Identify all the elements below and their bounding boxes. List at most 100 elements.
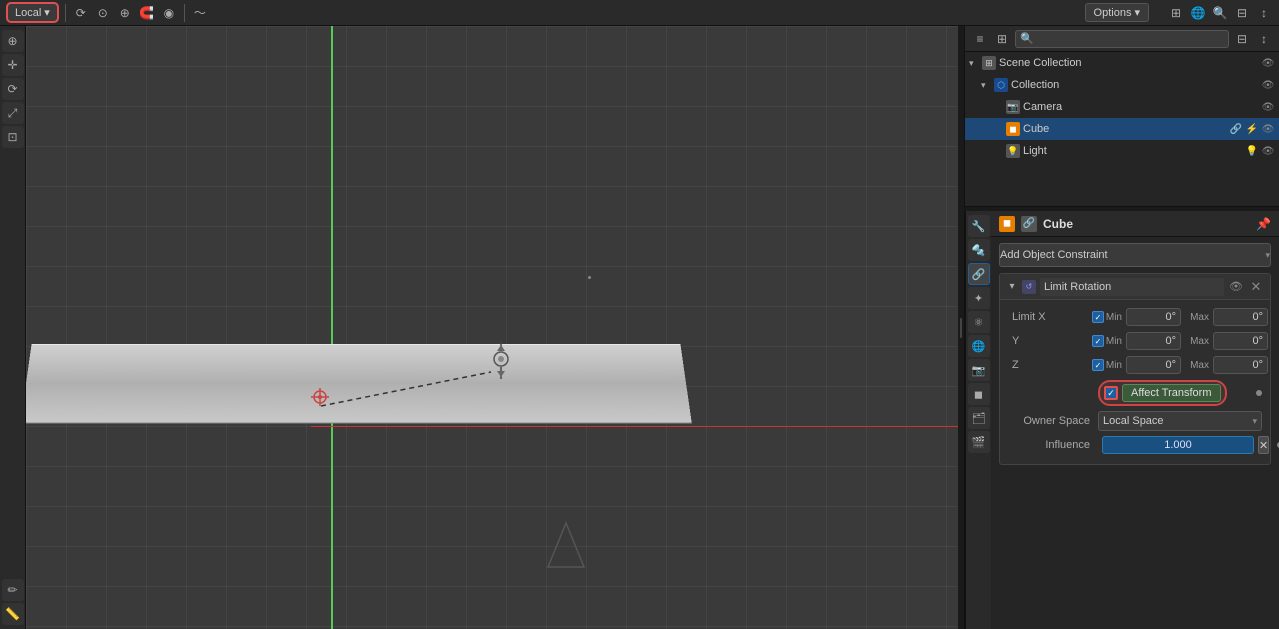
scene-icon[interactable]: 🌐: [1189, 4, 1207, 22]
workspace-icon[interactable]: ⊞: [1167, 4, 1185, 22]
mode-label: Local: [15, 7, 41, 19]
pin-icon[interactable]: 📌: [1256, 217, 1271, 231]
outliner-menu-icon[interactable]: ≡: [971, 30, 989, 48]
view-layer-icon[interactable]: 🗂: [968, 407, 990, 429]
y-min-input[interactable]: [1126, 332, 1181, 350]
left-toolbar: ⊕ ✛ ⟳ ⤢ ⊡ ✏ 📏: [0, 26, 26, 629]
z-min-label: Min: [1098, 360, 1122, 371]
constraint-fold-arrow[interactable]: ▾: [1006, 281, 1018, 293]
object-constraint-icon[interactable]: 🔗: [968, 263, 990, 285]
constraint-visibility-toggle[interactable]: 👁: [1228, 279, 1244, 295]
x-max-input[interactable]: [1213, 308, 1268, 326]
constraint-name-input[interactable]: [1040, 278, 1224, 296]
right-panel: ≡ ⊞ ⊟ ↕ ▾ ⊞ Scene Collection 👁 ▾ ⬡ Colle…: [964, 26, 1279, 629]
filter-icon[interactable]: ⊟: [1233, 4, 1251, 22]
proportional-icon[interactable]: ◉: [160, 4, 178, 22]
viewport-shading-icon[interactable]: ⟳: [72, 4, 90, 22]
search-icon[interactable]: 🔍: [1211, 4, 1229, 22]
outliner-item-camera[interactable]: 📷 Camera 👁: [965, 96, 1279, 118]
properties-header: ◼ 🔗 Cube 📌: [991, 211, 1279, 237]
x-min-label: Min: [1098, 312, 1122, 323]
outliner-sync-icon[interactable]: ↕: [1255, 30, 1273, 48]
scene-icon-side[interactable]: 🎬: [968, 431, 990, 453]
light-icon: 💡: [1006, 144, 1020, 158]
outliner-item-scene-collection[interactable]: ▾ ⊞ Scene Collection 👁: [965, 52, 1279, 74]
outliner-view-icon[interactable]: ⊞: [993, 30, 1011, 48]
snap-icon[interactable]: 🧲: [138, 4, 156, 22]
move-tool-icon[interactable]: ✛: [2, 54, 24, 76]
outliner-item-collection[interactable]: ▾ ⬡ Collection 👁: [965, 74, 1279, 96]
output-icon[interactable]: ◼: [968, 383, 990, 405]
render-icon[interactable]: 📷: [968, 359, 990, 381]
constraint-header: ▾ ↺ 👁 ✕: [1000, 274, 1270, 300]
collection-icon: ⬡: [994, 78, 1008, 92]
extra-icon-1[interactable]: 〜: [191, 4, 209, 22]
x-axis-line: [311, 426, 958, 427]
cube-restrict-icons: 🔗 ⚡ 👁: [1229, 122, 1275, 136]
visibility-eye[interactable]: 👁: [1261, 56, 1275, 70]
3d-viewport[interactable]: [26, 26, 958, 629]
light-eye[interactable]: 👁: [1261, 144, 1275, 158]
cube-constraint-icon[interactable]: 🔗: [1229, 122, 1243, 136]
mode-selector[interactable]: Local ▾: [6, 2, 59, 23]
modifier-icon[interactable]: 🔩: [968, 239, 990, 261]
cube-name: Cube: [1023, 123, 1226, 135]
limit-y-label: Y: [1008, 335, 1088, 347]
outliner-item-cube[interactable]: ◼ Cube 🔗 ⚡ 👁: [965, 118, 1279, 140]
camera-restrict-icons: 👁: [1261, 100, 1275, 114]
constraint-close-button[interactable]: ✕: [1248, 279, 1264, 295]
influence-x-button[interactable]: ✕: [1258, 436, 1269, 454]
light-extra[interactable]: 💡: [1245, 144, 1259, 158]
camera-eye[interactable]: 👁: [1261, 100, 1275, 114]
limit-y-row: Y Min Max: [1008, 330, 1262, 352]
z-min-input[interactable]: [1126, 356, 1181, 374]
select-tool-icon[interactable]: ⊕: [2, 30, 24, 52]
scene-props-icon[interactable]: 🌐: [968, 335, 990, 357]
outliner-filter-icon[interactable]: ⊟: [1233, 30, 1251, 48]
limit-y-fields: Min Max: [1098, 332, 1268, 350]
camera-icon: 📷: [1006, 100, 1020, 114]
add-constraint-button[interactable]: Add Object Constraint ▾: [999, 243, 1271, 267]
transform-tool-icon[interactable]: ⊡: [2, 126, 24, 148]
annotate-icon[interactable]: ✏: [2, 579, 24, 601]
gizmo-icon[interactable]: ⊕: [116, 4, 134, 22]
scale-tool-icon[interactable]: ⤢: [2, 102, 24, 124]
overlay-icon[interactable]: ⊙: [94, 4, 112, 22]
influence-input[interactable]: [1102, 436, 1254, 454]
limit-z-fields: Min Max: [1098, 356, 1268, 374]
object-origin[interactable]: [309, 386, 331, 408]
z-max-input[interactable]: [1213, 356, 1268, 374]
cube-object-mesh[interactable]: [26, 344, 692, 424]
measure-icon[interactable]: 📏: [2, 603, 24, 625]
outliner-panel: ▾ ⊞ Scene Collection 👁 ▾ ⬡ Collection 👁 …: [965, 52, 1279, 207]
add-constraint-label: Add Object Constraint: [1000, 249, 1108, 261]
light-name: Light: [1023, 145, 1242, 157]
rotate-tool-icon[interactable]: ⟳: [2, 78, 24, 100]
properties-side-icons: 🔧 🔩 🔗 ✦ ⚛ 🌐 📷 ◼ 🗂 🎬: [965, 211, 991, 629]
owner-space-arrow: ▾: [1252, 416, 1257, 427]
limit-rotation-constraint: ▾ ↺ 👁 ✕ Limit X: [999, 273, 1271, 465]
influence-label: Influence: [1008, 439, 1098, 451]
x-min-input[interactable]: [1126, 308, 1181, 326]
owner-space-select[interactable]: Local Space ▾: [1098, 411, 1262, 431]
outliner-search[interactable]: [1015, 30, 1229, 48]
options-button[interactable]: Options ▾: [1085, 3, 1149, 22]
outliner-item-light[interactable]: 💡 Light 💡 👁: [965, 140, 1279, 162]
cube-extra-icon[interactable]: ⚡: [1245, 122, 1259, 136]
cube-eye[interactable]: 👁: [1261, 122, 1275, 136]
move-gizmo[interactable]: [486, 341, 516, 381]
props-type-icon: 🔗: [1021, 216, 1037, 232]
sync-icon[interactable]: ↕: [1255, 4, 1273, 22]
physics-icon[interactable]: ⚛: [968, 311, 990, 333]
collection-eye[interactable]: 👁: [1261, 78, 1275, 92]
gizmo-svg: [486, 341, 516, 381]
y-max-label: Max: [1185, 336, 1209, 347]
y-max-input[interactable]: [1213, 332, 1268, 350]
x-max-label: Max: [1185, 312, 1209, 323]
limit-rotation-icon: ↺: [1022, 280, 1036, 294]
affect-transform-checkbox[interactable]: [1104, 386, 1118, 400]
triangle-svg: [546, 521, 586, 571]
particle-icon[interactable]: ✦: [968, 287, 990, 309]
scene-restrict-icons: 👁: [1261, 56, 1275, 70]
object-data-icon[interactable]: 🔧: [968, 215, 990, 237]
